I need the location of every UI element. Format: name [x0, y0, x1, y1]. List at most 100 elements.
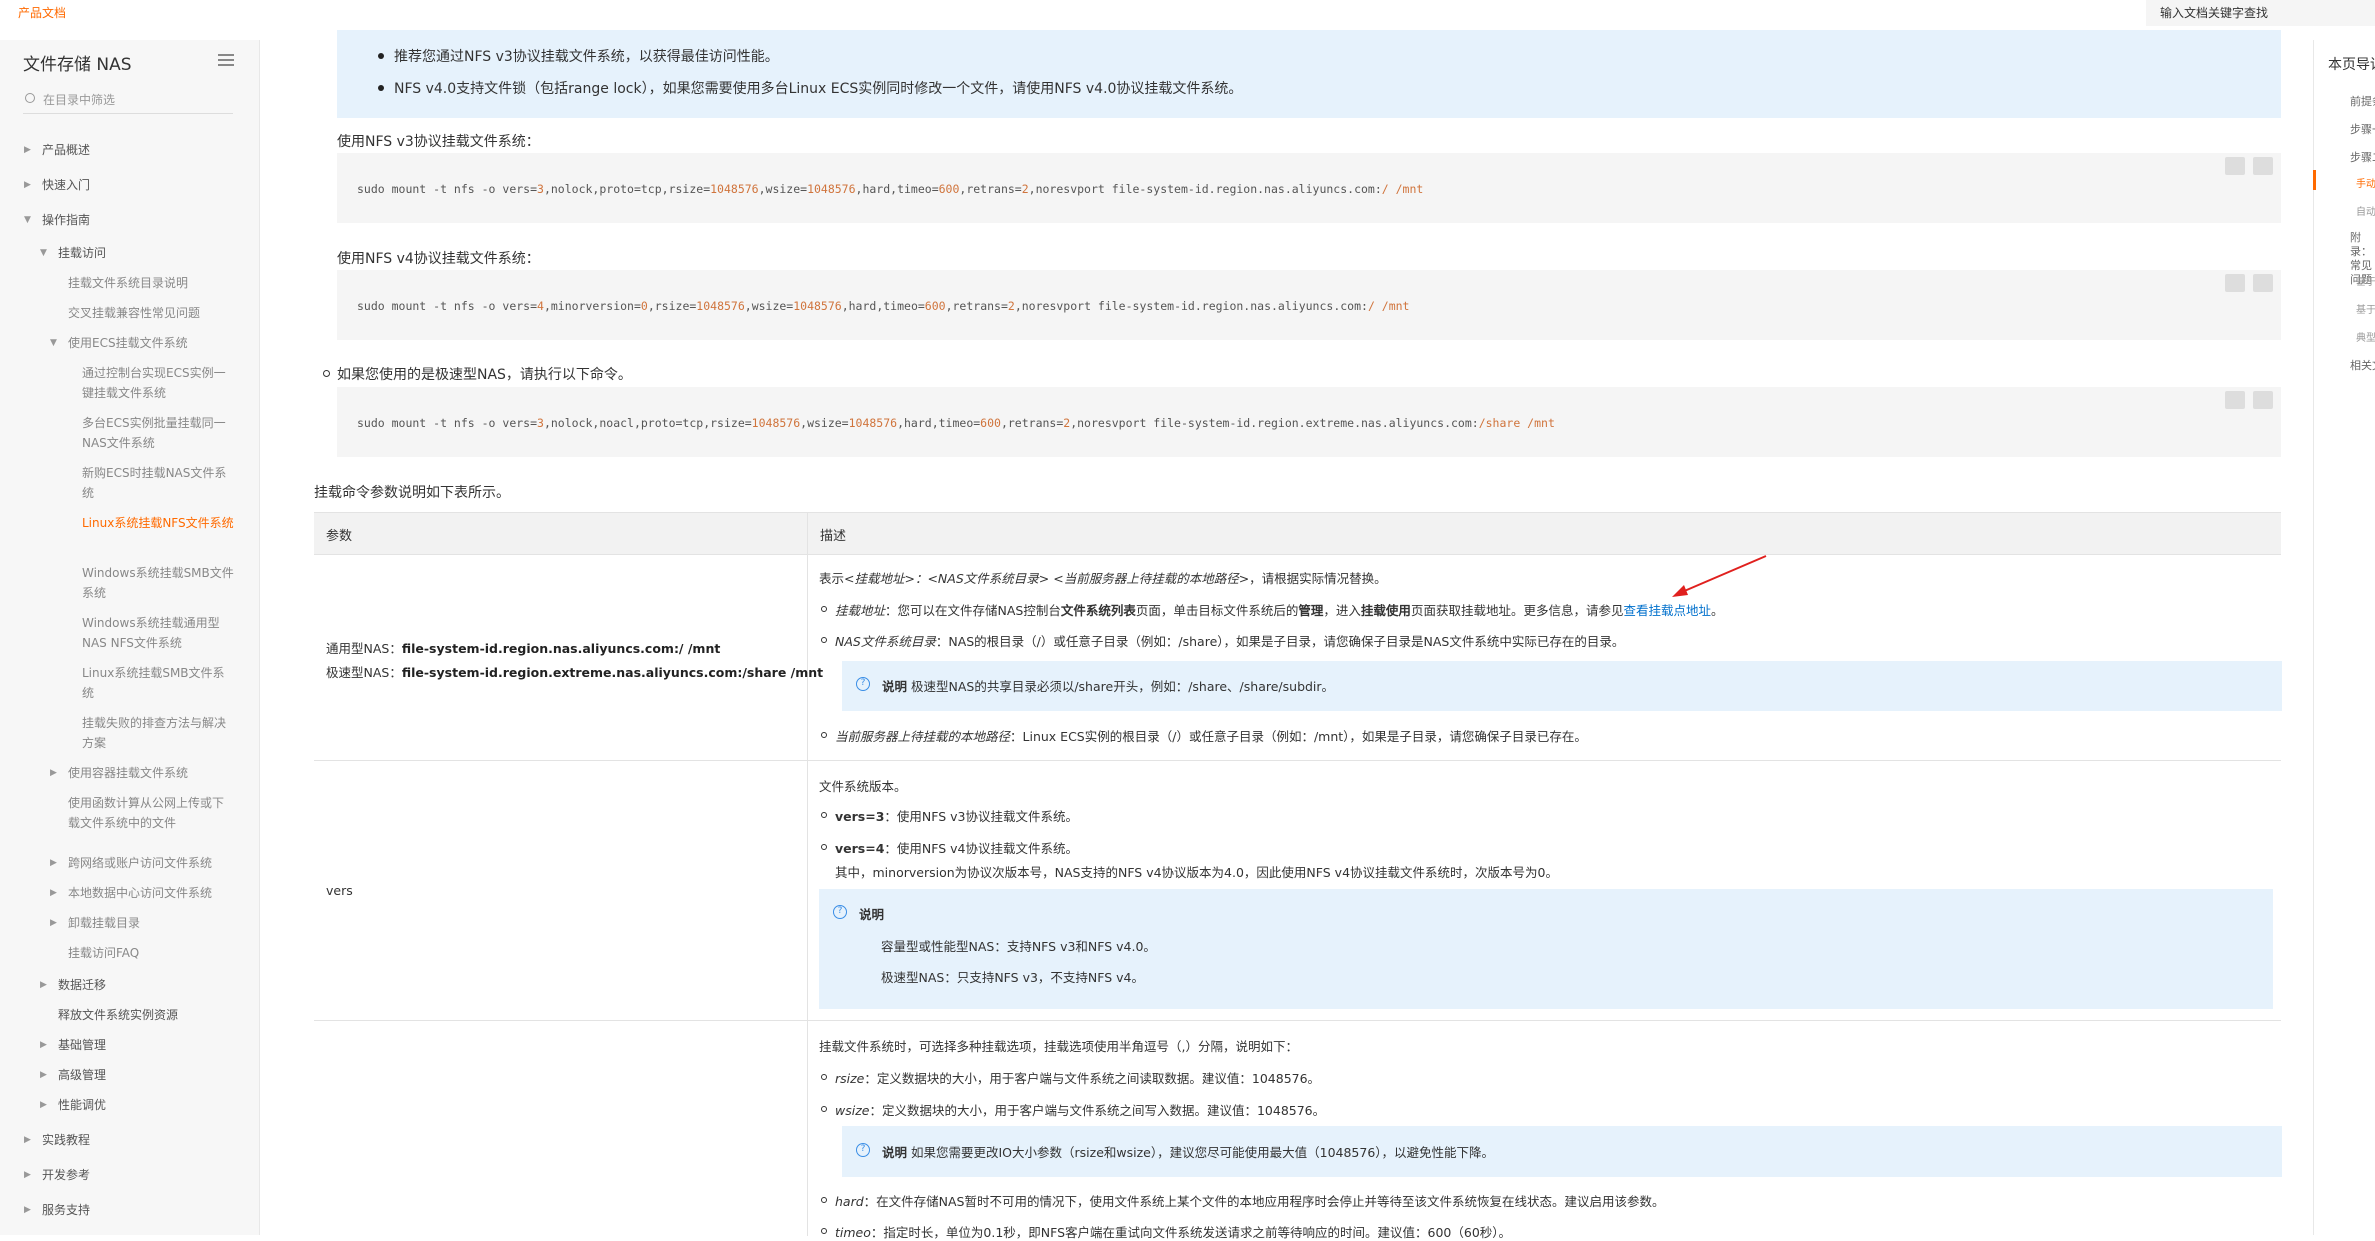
info-icon: ?	[833, 905, 847, 919]
sidebar-item-cross-mount[interactable]: 交叉挂载兼容性常见问题	[68, 303, 218, 323]
copy-icon[interactable]	[2253, 274, 2273, 292]
chevron-right-icon: ▶	[24, 1205, 31, 1215]
row2-li-vers3: vers=3：使用NFS v3协议挂载文件系统。	[821, 806, 1078, 825]
code-actions	[2217, 391, 2273, 412]
annotation-arrow-icon	[1672, 555, 1767, 597]
toc-item[interactable]: 自动	[2356, 203, 2375, 218]
table-header: 参数 描述	[314, 513, 2281, 555]
sidebar-item-mount-dir[interactable]: 挂载文件系统目录说明	[68, 273, 218, 293]
info-icon: ?	[856, 677, 870, 691]
table-intro: 挂载命令参数说明如下表所示。	[314, 485, 510, 501]
col-desc-header: 描述	[820, 529, 847, 544]
note-li: 极速型NAS：只支持NFS v3，不支持NFS v4。	[881, 970, 1144, 985]
chevron-right-icon: ▶	[24, 1170, 31, 1180]
sidebar-item-linux-nfs[interactable]: Linux系统挂载NFS文件系统	[82, 513, 234, 533]
toc-item[interactable]: 手动	[2356, 175, 2375, 190]
sidebar-item-linux-smb[interactable]: Linux系统挂载SMB文件系统	[82, 663, 234, 703]
sidebar-item-function-compute[interactable]: 使用函数计算从公网上传或下载文件系统中的文件	[68, 793, 233, 833]
sidebar-item-troubleshoot[interactable]: 挂载失败的排查方法与解决方案	[82, 713, 234, 753]
sidebar-item-console-mount[interactable]: 通过控制台实现ECS实例一键挂载文件系统	[82, 363, 234, 403]
toggle-icon[interactable]	[2225, 157, 2245, 175]
sidebar-item-mount-faq[interactable]: 挂载访问FAQ	[68, 943, 218, 963]
main-content: 推荐您通过NFS v3协议挂载文件系统，以获得最佳访问性能。 NFS v4.0支…	[312, 0, 2284, 1240]
copy-icon[interactable]	[2253, 157, 2273, 175]
brand-link[interactable]: 产品文档	[18, 4, 66, 21]
sidebar-item-quickstart[interactable]: ▶ 快速入门	[24, 175, 90, 195]
toc-title: 本页导读	[2328, 57, 2375, 73]
toc-item[interactable]: 步骤二	[2350, 149, 2375, 165]
toggle-icon[interactable]	[2225, 274, 2245, 292]
v4-label: 使用NFS v4协议挂载文件系统：	[337, 251, 540, 267]
param-general-nas: 通用型NAS：file-system-id.region.nas.aliyunc…	[326, 641, 721, 656]
chevron-right-icon: ▶	[50, 858, 57, 868]
col-param-header: 参数	[326, 529, 353, 544]
row1-li-local-path: 当前服务器上待挂载的本地路径：Linux ECS实例的根目录（/）或任意子目录（…	[821, 726, 1587, 745]
chevron-right-icon: ▶	[40, 1040, 47, 1050]
tip-box: 推荐您通过NFS v3协议挂载文件系统，以获得最佳访问性能。 NFS v4.0支…	[337, 30, 2281, 118]
sidebar-item-basic-mgmt[interactable]: ▶ 基础管理	[40, 1035, 106, 1055]
sidebar-item-unmount[interactable]: ▶ 卸载挂载目录	[50, 913, 218, 933]
sidebar-item-migration[interactable]: ▶ 数据迁移	[40, 975, 106, 995]
chevron-down-icon: ▼	[40, 248, 47, 258]
sidebar-item-tutorials[interactable]: ▶ 实践教程	[24, 1130, 90, 1150]
toggle-icon[interactable]	[2225, 391, 2245, 409]
param-vers: vers	[326, 883, 353, 898]
chevron-down-icon: ▼	[50, 338, 57, 348]
sidebar-item-release[interactable]: 释放文件系统实例资源	[58, 1005, 178, 1025]
chevron-right-icon: ▶	[40, 980, 47, 990]
sidebar-item-mount-access[interactable]: ▼ 挂载访问	[40, 243, 106, 263]
row2-note: ? 说明 容量型或性能型NAS：支持NFS v3和NFS v4.0。 极速型NA…	[819, 889, 2273, 1009]
toc-item[interactable]: 典型	[2356, 329, 2375, 344]
sidebar-item-idc[interactable]: ▶ 本地数据中心访问文件系统	[50, 883, 218, 903]
copy-icon[interactable]	[2253, 391, 2273, 409]
toc-item[interactable]: 基于	[2356, 301, 2375, 316]
extreme-label: 如果您使用的是极速型NAS，请执行以下命令。	[323, 364, 632, 384]
toc-item[interactable]: 基于	[2356, 273, 2375, 288]
row2-minorversion: 其中，minorversion为协议次版本号，NAS支持的NFS v4协议版本为…	[835, 865, 1558, 880]
chevron-right-icon: ▶	[50, 918, 57, 928]
v3-label: 使用NFS v3协议挂载文件系统：	[337, 134, 540, 150]
code-block-v4: sudo mount -t nfs -o vers=4,minorversion…	[337, 270, 2281, 340]
info-icon: ?	[856, 1143, 870, 1157]
row1-note: ? 说明 极速型NAS的共享目录必须以/share开头，例如：/share、/s…	[842, 661, 2284, 711]
tip-item: NFS v4.0支持文件锁（包括range lock），如果您需要使用多台Lin…	[377, 78, 1242, 98]
chevron-right-icon: ▶	[24, 1135, 31, 1145]
note-li: 容量型或性能型NAS：支持NFS v3和NFS v4.0。	[881, 939, 1156, 954]
sidebar-item-container[interactable]: ▶ 使用容器挂载文件系统	[50, 763, 218, 783]
toc-item[interactable]: 前提条件	[2350, 93, 2375, 109]
chevron-right-icon: ▶	[50, 768, 57, 778]
scrollbar[interactable]	[2282, 40, 2313, 1235]
row1-li-mount-address: 挂载地址：您可以在文件存储NAS控制台文件系统列表页面，单击目标文件系统后的管理…	[820, 600, 1723, 619]
page-toc: 本页导读 前提条件 步骤一 步骤二 手动 自动 附录：常见问题 基于 基于 典型…	[2313, 40, 2375, 1235]
sidebar-item-cross-network[interactable]: ▶ 跨网络或账户访问文件系统	[50, 853, 218, 873]
sidebar-item-windows-smb[interactable]: Windows系统挂载SMB文件系统	[82, 563, 234, 603]
toc-item[interactable]: 相关文	[2350, 357, 2375, 373]
sidebar-title: 文件存储 NAS	[23, 55, 132, 75]
param-extreme-nas: 极速型NAS：file-system-id.region.extreme.nas…	[326, 665, 824, 680]
row3-li-wsize: wsize：定义数据块的大小，用于客户端与文件系统之间写入数据。建议值：1048…	[820, 1100, 1325, 1119]
sidebar-item-dev-ref[interactable]: ▶ 开发参考	[24, 1165, 90, 1185]
sidebar-filter-input[interactable]: 在目录中筛选	[23, 90, 233, 114]
view-mount-address-link[interactable]: 查看挂载点地址	[1623, 603, 1711, 618]
menu-icon[interactable]	[218, 54, 234, 66]
sidebar-item-ecs-mount[interactable]: ▼ 使用ECS挂载文件系统	[50, 333, 218, 353]
sidebar-item-windows-nfs[interactable]: Windows系统挂载通用型NAS NFS文件系统	[82, 613, 234, 653]
params-table: 参数 描述 通用型NAS：file-system-id.region.nas.a…	[314, 512, 2284, 1240]
row3-li-hard: hard：在文件存储NAS暂时不可用的情况下，使用文件系统上某个文件的本地应用程…	[821, 1191, 1665, 1210]
sidebar-item-overview[interactable]: ▶ 产品概述	[24, 140, 90, 160]
chevron-right-icon: ▶	[40, 1070, 47, 1080]
row3-li-rsize: rsize：定义数据块的大小，用于客户端与文件系统之间读取数据。建议值：1048…	[820, 1068, 1320, 1087]
code-actions	[2217, 157, 2273, 178]
sidebar-item-new-ecs[interactable]: 新购ECS时挂载NAS文件系统	[82, 463, 234, 503]
toc-item[interactable]: 步骤一	[2350, 121, 2375, 137]
sidebar-item-guide[interactable]: ▼ 操作指南	[24, 210, 90, 230]
sidebar-item-support[interactable]: ▶ 服务支持	[24, 1200, 90, 1220]
sidebar-item-batch-mount[interactable]: 多台ECS实例批量挂载同一NAS文件系统	[82, 413, 234, 453]
sidebar-item-perf[interactable]: ▶ 性能调优	[40, 1095, 106, 1115]
row1-intro: 表示<挂载地址>：<NAS文件系统目录> <当前服务器上待挂载的本地路径>，请根…	[819, 571, 1387, 586]
row3-note: ? 说明 如果您需要更改IO大小参数（rsize和wsize），建议您尽可能使用…	[842, 1126, 2284, 1177]
sidebar: 文件存储 NAS 在目录中筛选 ▶ 产品概述 ▶ 快速入门 ▼ 操作指南 ▼ 挂载访问 …	[0, 40, 260, 1235]
search-icon	[25, 93, 35, 103]
sidebar-item-advanced-mgmt[interactable]: ▶ 高级管理	[40, 1065, 106, 1085]
chevron-right-icon: ▶	[24, 180, 31, 190]
